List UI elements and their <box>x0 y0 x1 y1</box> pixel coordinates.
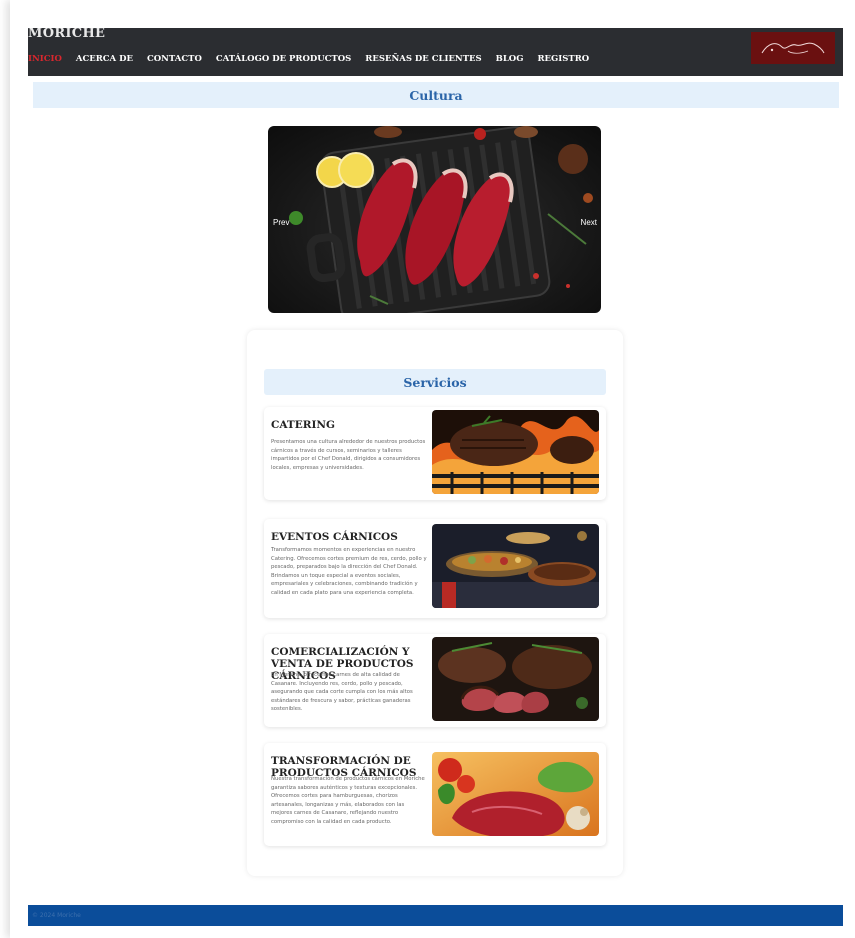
services-heading: Servicios <box>264 369 606 395</box>
raw-meat-icon <box>432 752 599 836</box>
service-description: Transformamos momentos en experiencias e… <box>271 547 427 596</box>
footer-copyright: © 2024 Moriche <box>32 912 81 919</box>
grilled-steak-icon <box>432 410 599 494</box>
main-nav: INICIO ACERCA DE CONTACTO CATÁLOGO DE PR… <box>28 54 589 64</box>
service-description: En Moriche, ofrecemos carnes de alta cal… <box>271 672 413 713</box>
buffet-icon <box>432 524 599 608</box>
service-description: Presentamos una cultura alrededor de nue… <box>271 439 426 471</box>
nav-item-resenas[interactable]: RESEÑAS DE CLIENTES <box>365 54 481 64</box>
brand-name[interactable]: MORICHE <box>28 28 105 40</box>
moriche-logo[interactable] <box>751 32 835 64</box>
top-navigation-bar: MORICHE INICIO ACERCA DE CONTACTO CATÁLO… <box>28 28 843 76</box>
nav-item-registro[interactable]: REGISTRO <box>537 54 589 64</box>
service-card-transformacion[interactable]: TRANSFORMACIÓN DE PRODUCTOS CÁRNICOS Nue… <box>264 743 606 846</box>
service-card-comercializacion[interactable]: COMERCIALIZACIÓN Y VENTA DE PRODUCTOS CÁ… <box>264 634 606 727</box>
service-card-eventos[interactable]: EVENTOS CÁRNICOS Transformamos momentos … <box>264 519 606 618</box>
service-title: CATERING <box>271 419 335 431</box>
nav-item-contacto[interactable]: CONTACTO <box>147 54 202 64</box>
service-description: Nuestra transformación de productos cárn… <box>271 776 425 825</box>
service-title: EVENTOS CÁRNICOS <box>271 531 398 543</box>
culture-carousel[interactable]: Prev Next <box>268 126 601 313</box>
nav-item-acerca-de[interactable]: ACERCA DE <box>76 54 133 64</box>
nav-item-blog[interactable]: BLOG <box>496 54 524 64</box>
nav-item-catalogo[interactable]: CATÁLOGO DE PRODUCTOS <box>216 54 351 64</box>
nav-item-inicio[interactable]: INICIO <box>28 54 62 64</box>
logo-script-icon <box>761 42 825 54</box>
culture-heading: Cultura <box>33 82 839 108</box>
carousel-prev-button[interactable]: Prev <box>273 218 289 227</box>
carousel-next-button[interactable]: Next <box>581 218 597 227</box>
sliced-steak-icon <box>432 637 599 721</box>
footer: © 2024 Moriche <box>28 905 843 926</box>
service-card-catering[interactable]: CATERING Presentamos una cultura alreded… <box>264 407 606 500</box>
carousel-steak-image <box>289 126 593 313</box>
